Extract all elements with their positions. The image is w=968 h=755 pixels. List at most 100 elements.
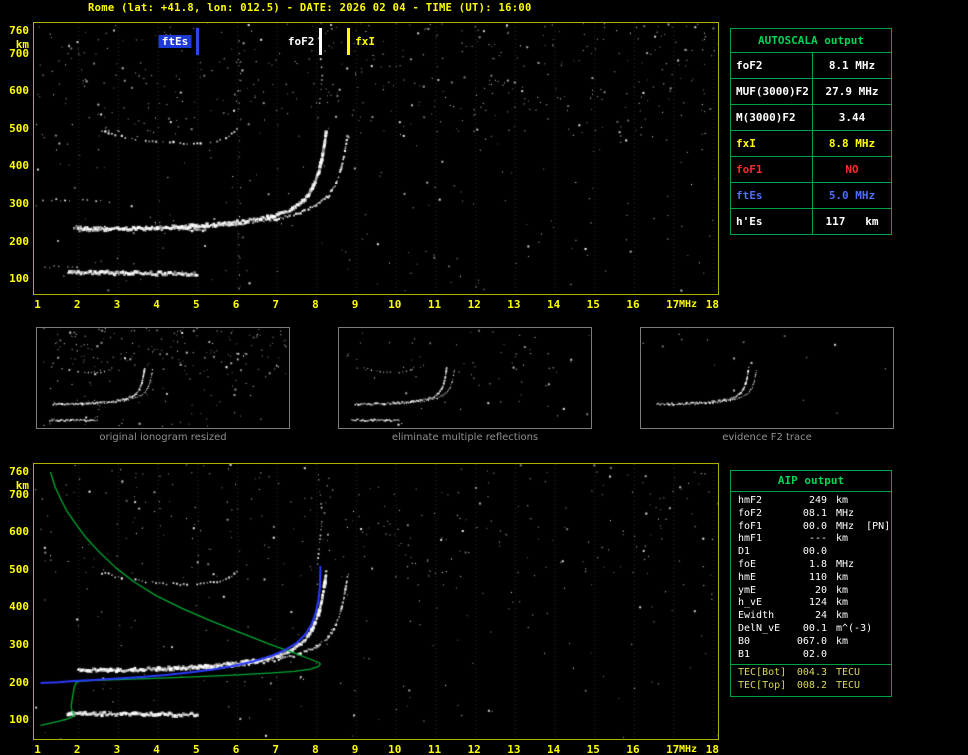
x-axis-tick: 6 xyxy=(232,743,240,755)
station-title: Rome (lat: +41.8, lon: 012.5) - DATE: 20… xyxy=(88,2,532,14)
x-axis-tick: 4 xyxy=(153,743,160,755)
aip-row-unit: km xyxy=(836,584,849,596)
aip-row-val: 1.8 xyxy=(808,558,827,570)
aip-row: foE 1.8 MHz xyxy=(731,559,891,572)
aip-row: B0 067.0 km xyxy=(731,636,891,649)
aip-row-nm: TEC[Top] xyxy=(738,680,787,692)
aip-row-unit: km xyxy=(836,610,849,622)
ftEs-marker-line xyxy=(195,28,199,55)
y-axis-tick: 500 xyxy=(9,562,29,576)
x-axis-tick: 6 xyxy=(232,298,240,311)
x-axis-tick: 16 xyxy=(626,298,640,311)
autoscala-row-label: MUF(3000)F2 xyxy=(731,79,813,104)
aip-row-val: 24 xyxy=(814,610,827,622)
x-axis-tick: 7 xyxy=(272,743,279,755)
y-axis-tick: 300 xyxy=(9,637,29,651)
x-axis-tick: 1 xyxy=(34,743,41,755)
x-axis-tick: 8 xyxy=(312,743,319,755)
aip-output-table: AIP output hmF2 249 km foF2 08.1 MHz foF1 00.0 M… xyxy=(730,470,892,697)
aip-row-val: 00.0 xyxy=(802,520,827,532)
x-axis-tick: 14 xyxy=(546,743,561,755)
x-axis-tick: 12 xyxy=(467,298,481,311)
thumbnail-eliminate-reflections-canvas xyxy=(339,328,591,428)
x-axis-tick: 12 xyxy=(467,743,481,755)
autoscala-row: h'Es 117 km xyxy=(731,209,891,234)
y-axis-tick: 400 xyxy=(9,600,29,614)
aip-row-val: --- xyxy=(808,533,827,545)
aip-row-val: 249 xyxy=(808,495,827,506)
aip-row-nm: hmF1 xyxy=(738,533,763,545)
foF2-marker-line xyxy=(318,28,322,55)
aip-separator xyxy=(731,664,891,666)
y-axis-tick: 760 xyxy=(9,24,29,37)
x-axis-tick: 3 xyxy=(113,298,121,311)
y-axis-tick: 500 xyxy=(9,121,29,135)
autoscala-row: M(3000)F2 3.44 xyxy=(731,105,891,131)
aip-row-val: 110 xyxy=(808,571,827,583)
autoscala-table-header: AUTOSCALA output xyxy=(731,29,891,53)
x-axis-tick: 1 xyxy=(34,298,41,311)
x-axis-tick: 15 xyxy=(586,298,600,311)
aip-row-unit: m^(-3) xyxy=(836,622,873,634)
x-axis-tick: 10 xyxy=(388,298,402,311)
aip-row-unit: km xyxy=(836,495,849,506)
y-axis-tick: 400 xyxy=(9,159,29,173)
aip-row-unit: km xyxy=(836,635,849,647)
x-axis-tick: 5 xyxy=(192,298,200,311)
x-axis-tick: 13 xyxy=(507,743,521,755)
x-axis-tick: 16 xyxy=(626,743,640,755)
x-axis-unit: MHz xyxy=(679,299,698,310)
aip-row: TEC[Top] 008.2 TECU xyxy=(731,680,891,693)
aip-row: hmF2 249 km xyxy=(731,495,891,508)
aip-row-val: 008.2 xyxy=(796,680,827,692)
autoscala-row-value: NO xyxy=(845,163,859,176)
aip-row-unit: TECU xyxy=(836,680,861,692)
x-axis-tick: 5 xyxy=(192,743,200,755)
autoscala-row-label: foF2 xyxy=(731,53,813,78)
x-axis-tick: 18 xyxy=(705,743,720,755)
aip-row-unit: MHz xyxy=(836,558,855,570)
x-axis-tick: 18 xyxy=(705,298,720,311)
autoscala-row: foF2 8.1 MHz xyxy=(731,53,891,79)
aip-row-nm: TEC[Bot] xyxy=(738,667,787,679)
aip-row-unit: MHz [PN] xyxy=(836,520,891,532)
autoscala-row: MUF(3000)F2 27.9 MHz xyxy=(731,79,891,105)
aip-row-nm: Ewidth xyxy=(738,610,775,622)
aip-row-nm: foF1 xyxy=(738,520,763,532)
aip-tec-rows: TEC[Bot] 004.3 TECU TEC[Top] 008.2 TECU xyxy=(731,667,891,693)
fxI-marker-label: fxI xyxy=(355,35,376,48)
autoscala-row: foF1 NO xyxy=(731,157,891,183)
autoscala-row-value: 3.44 xyxy=(838,111,866,124)
y-axis-unit: km xyxy=(15,38,29,51)
autoscala-row-value: 5.0 MHz xyxy=(828,189,876,202)
aip-row-nm: hmF2 xyxy=(738,495,763,506)
aip-row-val: 00.0 xyxy=(802,546,827,558)
thumbnail-caption-original: original ionogram resized xyxy=(99,432,227,443)
aip-row-val: 004.3 xyxy=(796,667,827,679)
thumbnail-original-canvas xyxy=(37,328,289,428)
autoscala-row-label: M(3000)F2 xyxy=(731,105,813,130)
x-axis-tick: 4 xyxy=(153,298,160,311)
autoscala-window: Rome (lat: +41.8, lon: 012.5) - DATE: 20… xyxy=(0,0,968,755)
aip-row-nm: B0 xyxy=(738,635,751,647)
autoscala-row: fxI 8.8 MHz xyxy=(731,131,891,157)
aip-row: B1 02.0 xyxy=(731,649,891,662)
x-axis-unit: MHz xyxy=(679,744,698,755)
y-axis-unit: km xyxy=(15,479,29,492)
x-axis-tick: 13 xyxy=(507,298,521,311)
aip-row-nm: D1 xyxy=(738,546,751,558)
autoscala-row-value: 8.1 MHz xyxy=(828,59,876,72)
x-axis-tick: 2 xyxy=(73,298,81,311)
aip-row-val: 00.1 xyxy=(802,622,827,634)
y-axis-tick: 600 xyxy=(9,84,29,98)
x-axis-tick: 9 xyxy=(351,743,359,755)
y-axis-tick: 200 xyxy=(9,234,29,248)
aip-row-val: 124 xyxy=(808,597,827,609)
aip-row-nm: B1 xyxy=(738,648,751,660)
y-axis-tick: 300 xyxy=(9,196,29,210)
autoscala-row-value: 117 km xyxy=(825,215,879,228)
y-axis-tick: 100 xyxy=(9,713,29,727)
thumbnail-caption-eliminate: eliminate multiple reflections xyxy=(391,432,539,443)
autoscala-row-label: ftEs xyxy=(731,183,813,208)
thumbnail-eliminate-reflections xyxy=(338,327,592,429)
